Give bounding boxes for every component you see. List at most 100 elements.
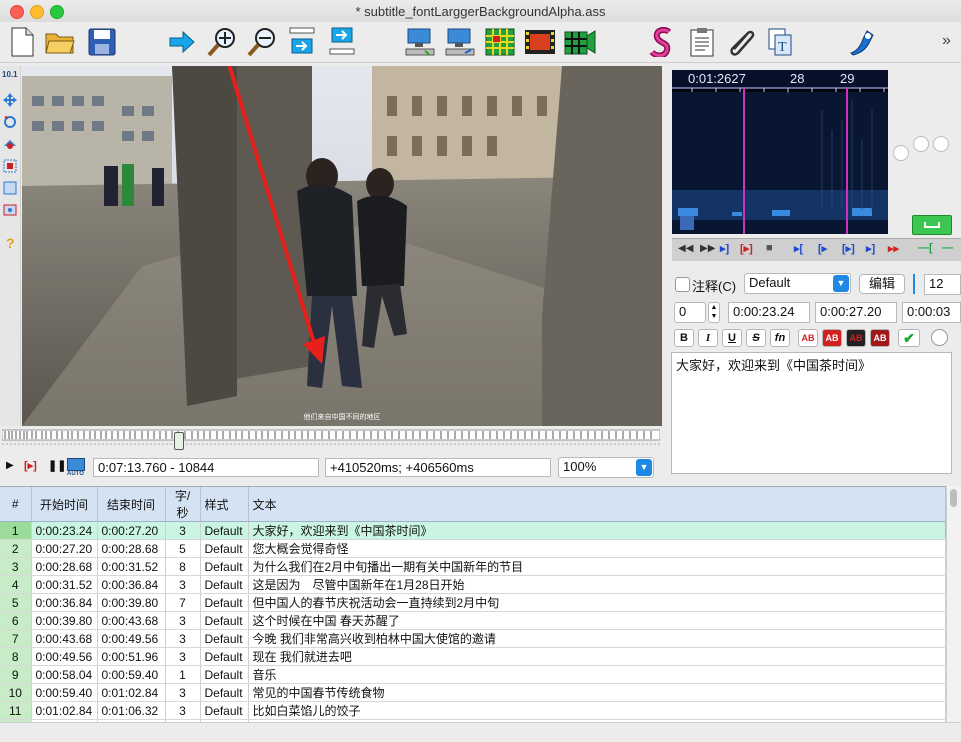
- end-time-field[interactable]: 0:00:27.20: [815, 302, 897, 323]
- jump-arrow-icon[interactable]: [166, 26, 198, 58]
- automation-icon[interactable]: [846, 26, 878, 58]
- italic-button[interactable]: I: [698, 329, 718, 347]
- seek-slider-handle[interactable]: [174, 432, 184, 450]
- help-icon[interactable]: ?: [2, 234, 18, 250]
- table-row[interactable]: 11 0:01:02.84 0:01:06.32 3 Default 比如白菜馅儿的饺子: [0, 701, 946, 720]
- audio-commit-button[interactable]: [912, 215, 952, 235]
- auto-scroll-icon[interactable]: AUTO: [67, 458, 85, 477]
- rotate-xy-icon[interactable]: [2, 136, 18, 152]
- font-face-button[interactable]: fn: [770, 329, 790, 347]
- stop-icon[interactable]: ■: [766, 242, 773, 254]
- bold-button[interactable]: B: [674, 329, 694, 347]
- jump-to-end-icon[interactable]: [326, 26, 358, 58]
- table-row[interactable]: 2 0:00:27.20 0:00:28.68 5 Default 您大概会觉得奇怪: [0, 539, 946, 558]
- select-visible-icon[interactable]: [404, 26, 436, 58]
- header-text[interactable]: 文本: [248, 487, 946, 522]
- table-row[interactable]: 8 0:00:49.56 0:00:51.96 3 Default 现在 我们就进去吧: [0, 647, 946, 666]
- fonts-collector-icon[interactable]: T: [766, 26, 798, 58]
- style-select[interactable]: Default ▼: [744, 273, 851, 294]
- play-selection-icon[interactable]: ▸]: [720, 242, 729, 255]
- rotate-z-icon[interactable]: [2, 114, 18, 130]
- audio-link-knob[interactable]: [933, 136, 949, 152]
- start-time-field[interactable]: 0:00:23.24: [728, 302, 810, 323]
- commit-checkmark-icon[interactable]: ✔: [898, 329, 920, 347]
- play-to-end-icon[interactable]: ▸▸: [888, 242, 899, 255]
- table-row[interactable]: 5 0:00:36.84 0:00:39.80 7 Default 但中国人的春节庆祝活动…: [0, 593, 946, 612]
- duration-field[interactable]: 0:00:03: [902, 302, 961, 323]
- time-frame-field[interactable]: 0:07:13.760 - 10844: [93, 458, 319, 477]
- header-cps[interactable]: 字/秒: [165, 487, 201, 522]
- subtitles-grid[interactable]: # 开始时间 结束时间 字/秒 样式 文本 1 0:00:23.24 0:00:27…: [0, 486, 946, 723]
- attachments-icon[interactable]: [726, 26, 758, 58]
- play-current-line-icon[interactable]: [▸]: [740, 242, 753, 255]
- scale-tool-icon[interactable]: [2, 158, 18, 174]
- table-row[interactable]: 3 0:00:28.68 0:00:31.52 8 Default 为什么我们在2月中旬播…: [0, 557, 946, 576]
- chevron-down-icon[interactable]: ▼: [833, 275, 849, 292]
- video-clapper-icon[interactable]: [564, 26, 596, 58]
- table-row[interactable]: 4 0:00:31.52 0:00:36.84 3 Default 这是因为 尽管中国新年…: [0, 575, 946, 594]
- zoom-out-icon[interactable]: [246, 26, 278, 58]
- underline-button[interactable]: U: [722, 329, 742, 347]
- table-row[interactable]: 1 0:00:23.24 0:00:27.20 3 Default 大家好，欢迎来到《中国…: [0, 521, 946, 540]
- row-text: 大家好，欢迎来到《中国茶时间》: [248, 521, 946, 540]
- primary-color-button[interactable]: AB: [798, 329, 818, 347]
- zoom-select[interactable]: 100% ▼: [558, 457, 654, 478]
- play-line-icon[interactable]: [▸]: [24, 459, 37, 472]
- select-all-icon[interactable]: [444, 26, 476, 58]
- layer-stepper[interactable]: ▲ ▼: [708, 302, 720, 323]
- styles-icon[interactable]: [646, 26, 678, 58]
- pause-icon[interactable]: ❚❚: [48, 459, 66, 472]
- properties-icon[interactable]: [686, 26, 718, 58]
- shadow-color-button[interactable]: AB: [870, 329, 890, 347]
- font-size-field[interactable]: 12: [924, 274, 961, 295]
- video-display[interactable]: 他们来自中国不同的地区: [22, 66, 662, 426]
- outline-color-button[interactable]: AB: [846, 329, 866, 347]
- video-seek-bar[interactable]: [1, 428, 661, 450]
- toolbar-overflow-button[interactable]: »: [942, 32, 951, 50]
- play-icon[interactable]: ▶: [6, 460, 14, 471]
- film-icon[interactable]: [524, 26, 556, 58]
- grid-icon[interactable]: [484, 26, 516, 58]
- previous-line-icon[interactable]: ◀◀: [678, 243, 693, 254]
- play-after-start-icon[interactable]: [▸: [818, 242, 827, 255]
- comment-checkbox[interactable]: [675, 277, 690, 292]
- header-style[interactable]: 样式: [200, 487, 249, 522]
- grid-scrollbar[interactable]: [946, 486, 961, 722]
- move-tool-icon[interactable]: [2, 92, 18, 108]
- secondary-color-button[interactable]: AB: [822, 329, 842, 347]
- zoom-in-icon[interactable]: [206, 26, 238, 58]
- table-row[interactable]: 10 0:00:59.40 0:01:02.84 3 Default 常见的中国春节传统食…: [0, 683, 946, 702]
- row-start-time: 0:00:31.52: [31, 575, 98, 594]
- play-before-end-icon[interactable]: [▸]: [842, 242, 855, 255]
- strikeout-button[interactable]: S: [746, 329, 766, 347]
- clip-rect-icon[interactable]: [2, 180, 18, 196]
- syntax-toggle[interactable]: [931, 329, 948, 346]
- table-row[interactable]: 9 0:00:58.04 0:00:59.40 1 Default 音乐: [0, 665, 946, 684]
- row-cps: 3: [165, 629, 201, 648]
- audio-vertical-zoom-knob[interactable]: [893, 145, 909, 161]
- go-to-selection-icon[interactable]: —: [942, 242, 953, 254]
- grid-scroll-thumb[interactable]: [950, 489, 957, 507]
- subtitle-text-editor[interactable]: 大家好，欢迎来到《中国茶时间》: [671, 352, 952, 474]
- header-number[interactable]: #: [0, 487, 32, 522]
- chevron-down-icon[interactable]: ▼: [636, 459, 652, 476]
- audio-volume-knob[interactable]: [913, 136, 929, 152]
- clip-vector-icon[interactable]: [2, 202, 18, 218]
- play-after-end-icon[interactable]: ▸]: [866, 242, 875, 255]
- edit-style-button[interactable]: 编辑: [859, 274, 905, 294]
- commit-timing-icon[interactable]: —[: [918, 242, 933, 254]
- next-line-icon[interactable]: ▶▶: [700, 243, 715, 254]
- table-row[interactable]: 7 0:00:43.68 0:00:49.56 3 Default 今晚 我们非常高兴收到…: [0, 629, 946, 648]
- standard-tool-icon[interactable]: 10.1: [2, 70, 18, 86]
- row-text: 今晚 我们非常高兴收到柏林中国大使馆的邀请: [248, 629, 946, 648]
- table-row[interactable]: 6 0:00:39.80 0:00:43.68 3 Default 这个时候在中国 春天苏…: [0, 611, 946, 630]
- save-icon[interactable]: [86, 26, 118, 58]
- header-end[interactable]: 结束时间: [97, 487, 166, 522]
- audio-display[interactable]: 0:01:2627 28 29: [672, 70, 888, 234]
- header-start[interactable]: 开始时间: [31, 487, 98, 522]
- play-before-start-icon[interactable]: ▸[: [794, 242, 803, 255]
- open-folder-icon[interactable]: [44, 26, 76, 58]
- new-file-icon[interactable]: [6, 26, 38, 58]
- layer-field[interactable]: 0: [674, 302, 706, 323]
- jump-to-start-icon[interactable]: [286, 26, 318, 58]
